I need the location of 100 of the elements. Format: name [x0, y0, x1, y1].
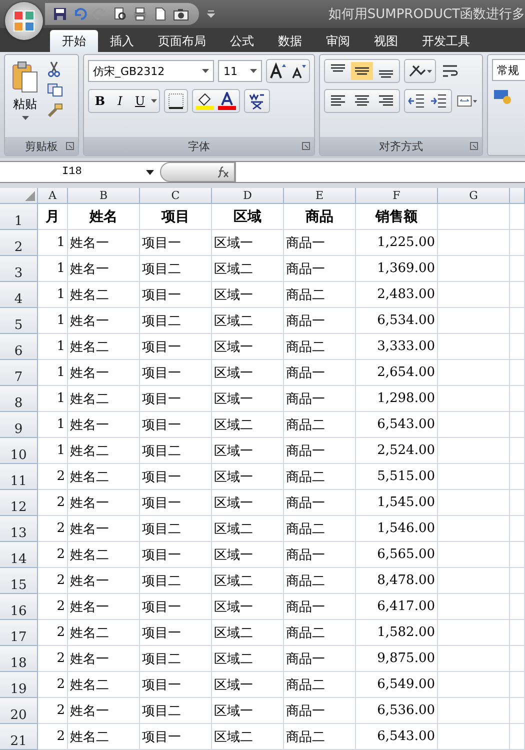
- printer-icon[interactable]: [133, 7, 147, 21]
- ribbon-tab[interactable]: 插入: [98, 30, 146, 52]
- customize-toolbar-icon[interactable]: [207, 10, 215, 18]
- table-cell: 2: [38, 542, 68, 568]
- caret-icon[interactable]: [151, 99, 157, 103]
- office-button[interactable]: [5, 2, 43, 40]
- row-header[interactable]: 21: [0, 724, 38, 750]
- column-header[interactable]: C: [140, 188, 212, 204]
- vertical-align-icon[interactable]: [351, 62, 373, 80]
- font-color-icon[interactable]: [217, 92, 237, 110]
- row-header[interactable]: 14: [0, 542, 38, 568]
- table-cell: 区域一: [212, 334, 284, 360]
- empty-cell: [510, 698, 525, 724]
- table-cell: 商品一: [284, 698, 356, 724]
- table-cell: 项目一: [140, 542, 212, 568]
- format-button[interactable]: B: [91, 94, 109, 108]
- decrease-indent-icon[interactable]: [407, 92, 427, 110]
- ribbon-tab[interactable]: 开发工具: [410, 30, 482, 52]
- column-header[interactable]: B: [68, 188, 140, 204]
- table-cell: 2: [38, 568, 68, 594]
- dialog-launcher-icon[interactable]: [470, 142, 478, 150]
- table-cell: 项目一: [140, 282, 212, 308]
- empty-cell: [510, 386, 525, 412]
- ribbon-tab[interactable]: 页面布局: [146, 30, 218, 52]
- row-header[interactable]: 19: [0, 672, 38, 698]
- row-header[interactable]: 1: [0, 204, 38, 230]
- row-header[interactable]: 17: [0, 620, 38, 646]
- row-header[interactable]: 6: [0, 334, 38, 360]
- row-header[interactable]: 5: [0, 308, 38, 334]
- empty-cell: [510, 646, 525, 672]
- format-button[interactable]: U: [131, 94, 149, 108]
- scissors-icon[interactable]: [47, 61, 61, 77]
- row-header[interactable]: 10: [0, 438, 38, 464]
- table-cell: 商品一: [284, 542, 356, 568]
- empty-cell: [510, 464, 525, 490]
- format-button[interactable]: I: [111, 94, 129, 108]
- table-cell: 1: [38, 308, 68, 334]
- ribbon-tab[interactable]: 公式: [218, 30, 266, 52]
- format-painter-icon[interactable]: [47, 103, 63, 117]
- row-header[interactable]: 4: [0, 282, 38, 308]
- row-header[interactable]: 9: [0, 412, 38, 438]
- row-header[interactable]: 12: [0, 490, 38, 516]
- dialog-launcher-icon[interactable]: [302, 142, 310, 150]
- ribbon-tab[interactable]: 视图: [362, 30, 410, 52]
- column-header[interactable]: E: [284, 188, 356, 204]
- table-cell: 项目二: [140, 308, 212, 334]
- ribbon-tab[interactable]: 开始: [50, 30, 98, 52]
- font-name-dropdown[interactable]: 仿宋_GB2312: [88, 60, 214, 82]
- table-cell: 6,549.00: [356, 672, 438, 698]
- table-cell: 项目二: [140, 516, 212, 542]
- number-format-dropdown[interactable]: 常规: [492, 59, 525, 81]
- table-cell: 商品二: [284, 334, 356, 360]
- camera-icon[interactable]: [173, 7, 189, 21]
- function-icon[interactable]: [216, 166, 230, 178]
- copy-icon[interactable]: [47, 83, 63, 97]
- paste-button[interactable]: 粘贴: [9, 59, 41, 133]
- column-header[interactable]: G: [438, 188, 510, 204]
- table-cell: 姓名一: [68, 568, 140, 594]
- ribbon-tab[interactable]: 数据: [266, 30, 314, 52]
- grow-font-icon[interactable]: [269, 62, 287, 80]
- empty-cell: [510, 490, 525, 516]
- row-header[interactable]: 20: [0, 698, 38, 724]
- table-cell: 6,565.00: [356, 542, 438, 568]
- row-header[interactable]: 16: [0, 594, 38, 620]
- fill-color-icon[interactable]: [195, 92, 215, 110]
- group-label: 字体: [188, 138, 210, 154]
- row-header[interactable]: 15: [0, 568, 38, 594]
- row-header[interactable]: 13: [0, 516, 38, 542]
- table-cell: 商品一: [284, 490, 356, 516]
- empty-cell: [510, 620, 525, 646]
- empty-cell: [510, 516, 525, 542]
- row-header[interactable]: 7: [0, 360, 38, 386]
- row-header[interactable]: 3: [0, 256, 38, 282]
- column-header[interactable]: D: [212, 188, 284, 204]
- table-cell: 6,417.00: [356, 594, 438, 620]
- print-preview-icon[interactable]: [113, 7, 127, 21]
- dialog-launcher-icon[interactable]: [66, 142, 74, 150]
- row-header[interactable]: 2: [0, 230, 38, 256]
- column-title-cell: 区域: [212, 204, 284, 230]
- table-cell: 商品二: [284, 516, 356, 542]
- new-document-icon[interactable]: [153, 7, 167, 21]
- save-icon[interactable]: [53, 7, 67, 21]
- column-title-cell: 姓名: [68, 204, 140, 230]
- table-cell: 项目一: [140, 724, 212, 750]
- caret-icon: [250, 69, 257, 73]
- font-size-dropdown[interactable]: 11: [218, 60, 262, 82]
- row-header[interactable]: 8: [0, 386, 38, 412]
- borders-icon[interactable]: [167, 92, 185, 110]
- select-all-corner[interactable]: [0, 188, 38, 204]
- caret-icon: [202, 69, 210, 73]
- table-cell: 1: [38, 334, 68, 360]
- ribbon-tab[interactable]: 审阅: [314, 30, 362, 52]
- increase-indent-icon[interactable]: [429, 92, 449, 110]
- row-header[interactable]: 11: [0, 464, 38, 490]
- row-header[interactable]: 18: [0, 646, 38, 672]
- column-header[interactable]: F: [356, 188, 438, 204]
- phonetic-guide-icon[interactable]: [247, 92, 267, 110]
- table-cell: 项目二: [140, 646, 212, 672]
- column-header[interactable]: A: [38, 188, 68, 204]
- table-cell: 商品一: [284, 308, 356, 334]
